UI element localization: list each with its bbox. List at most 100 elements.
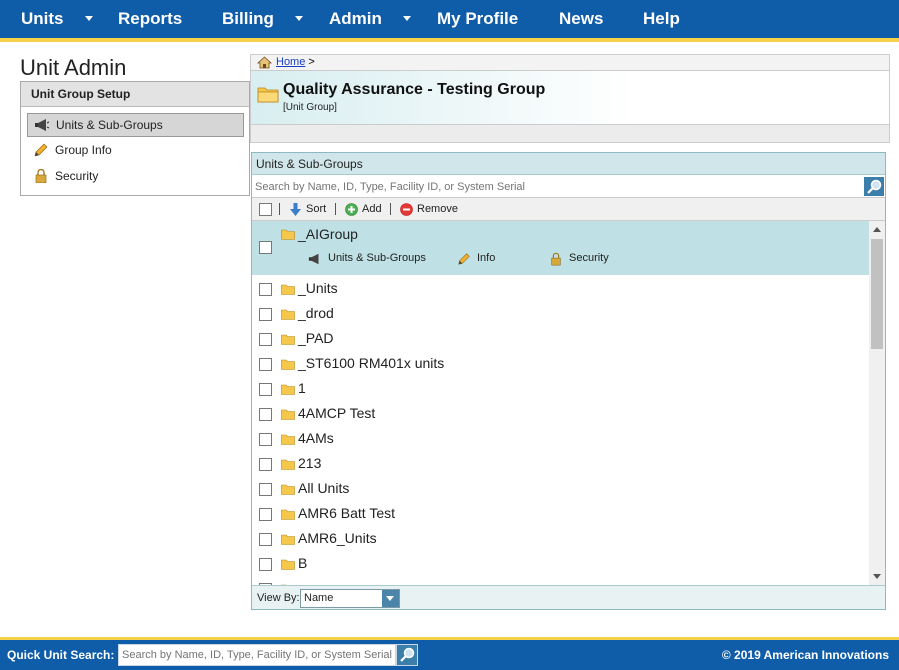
row-checkbox[interactable] (259, 408, 272, 421)
panel-header: Units & Sub-Groups (252, 153, 885, 175)
list-item[interactable]: 4AMCP Test (252, 402, 869, 427)
list-item-name[interactable]: _ST6100 RM401x units (298, 355, 444, 371)
scroll-up-arrow-icon[interactable] (873, 227, 881, 232)
row-checkbox[interactable] (259, 533, 272, 546)
list-item-name[interactable]: B (298, 555, 307, 571)
info-link[interactable]: Info (457, 252, 495, 265)
nav-help[interactable]: Help (643, 0, 680, 38)
sidebar: Unit Group Setup Units & Sub-Groups Grou… (20, 81, 250, 196)
list-item[interactable]: 213 (252, 452, 869, 477)
list-toolbar: Sort Add Remove (252, 198, 885, 221)
list-item[interactable]: _Units (252, 277, 869, 302)
row-checkbox[interactable] (259, 508, 272, 521)
list-item-name[interactable]: _drod (298, 305, 334, 321)
units-dropdown-caret-icon[interactable] (85, 16, 93, 21)
add-icon (345, 203, 358, 216)
row-checkbox[interactable] (259, 241, 272, 254)
row-checkbox[interactable] (259, 483, 272, 496)
group-header: Quality Assurance - Testing Group [Unit … (250, 71, 890, 124)
scrollbar-thumb[interactable] (871, 239, 883, 349)
list-search-input[interactable] (252, 176, 862, 197)
list-item-name[interactable]: All Units (298, 480, 349, 496)
list-item-name[interactable]: _AIGroup (298, 226, 358, 242)
list-item-name[interactable]: AMR6_Units (298, 530, 377, 546)
list-item[interactable]: _PAD (252, 327, 869, 352)
folder-icon (281, 509, 295, 520)
list-item-name[interactable]: _Units (298, 280, 338, 296)
add-label: Add (362, 203, 382, 215)
remove-icon (400, 203, 413, 216)
list-scrollbar[interactable] (869, 221, 885, 585)
scroll-down-arrow-icon[interactable] (873, 574, 881, 579)
sidebar-item-label: Group Info (55, 143, 112, 157)
breadcrumb-separator: > (308, 56, 315, 68)
list-item[interactable]: _ST6100 RM401x units (252, 352, 869, 377)
chevron-down-icon[interactable] (382, 590, 399, 607)
row-checkbox[interactable] (259, 558, 272, 571)
link-label: Security (569, 252, 609, 264)
sidebar-item-units-sub-groups[interactable]: Units & Sub-Groups (27, 113, 244, 137)
selected-list-item[interactable]: _AIGroup Units & Sub-Groups Info Securit… (252, 221, 869, 275)
row-checkbox[interactable] (259, 433, 272, 446)
units-sub-groups-link[interactable]: Units & Sub-Groups (308, 252, 426, 265)
sidebar-header: Unit Group Setup (21, 82, 249, 107)
security-link[interactable]: Security (549, 252, 609, 266)
nav-reports[interactable]: Reports (118, 0, 182, 38)
quick-unit-search-input[interactable] (118, 644, 396, 666)
sort-button[interactable]: Sort (289, 198, 326, 221)
list-item-name[interactable]: _PAD (298, 330, 334, 346)
sort-arrow-icon (290, 203, 301, 216)
nav-my-profile[interactable]: My Profile (437, 0, 518, 38)
view-by-label: View By: (257, 592, 300, 604)
row-checkbox[interactable] (259, 308, 272, 321)
list-item[interactable]: _drod (252, 302, 869, 327)
list-item-name[interactable]: 4AMCP Test (298, 405, 375, 421)
list-item-name[interactable]: AMR6 Batt Test (298, 505, 395, 521)
list-item-name[interactable]: 4AMs (298, 430, 334, 446)
sidebar-item-label: Units & Sub-Groups (56, 118, 163, 132)
list-item[interactable]: All Units (252, 477, 869, 502)
folder-icon (281, 359, 295, 370)
row-checkbox[interactable] (259, 333, 272, 346)
row-checkbox[interactable] (259, 358, 272, 371)
sidebar-item-group-info[interactable]: Group Info (27, 139, 244, 163)
admin-dropdown-caret-icon[interactable] (403, 16, 411, 21)
home-icon[interactable] (257, 56, 272, 69)
sidebar-item-label: Security (55, 169, 99, 183)
list-item[interactable]: 4AMs (252, 427, 869, 452)
lock-icon (551, 252, 561, 266)
list-item-name[interactable]: 213 (298, 455, 321, 471)
nav-billing[interactable]: Billing (222, 0, 274, 38)
list-item[interactable]: AMR6 Batt Test (252, 502, 869, 527)
nav-news[interactable]: News (559, 0, 603, 38)
remove-button[interactable]: Remove (400, 198, 458, 221)
copyright-text: © 2019 American Innovations (721, 648, 889, 662)
view-by-select[interactable]: Name (300, 589, 400, 608)
add-button[interactable]: Add (345, 198, 382, 221)
folder-icon (281, 434, 295, 445)
group-header-footer (250, 124, 890, 143)
select-all-checkbox[interactable] (259, 203, 272, 216)
row-checkbox[interactable] (259, 458, 272, 471)
list-item[interactable]: aaaa (252, 577, 869, 585)
row-checkbox[interactable] (259, 383, 272, 396)
link-label: Units & Sub-Groups (328, 252, 426, 264)
breadcrumb: Home > (250, 54, 890, 71)
list-item[interactable]: 1 (252, 377, 869, 402)
list-item[interactable]: AMR6_Units (252, 527, 869, 552)
quick-search-button[interactable] (396, 644, 418, 666)
lock-icon (35, 169, 47, 183)
billing-dropdown-caret-icon[interactable] (295, 16, 303, 21)
view-by-value: Name (304, 592, 334, 604)
row-checkbox[interactable] (259, 283, 272, 296)
list-search-button[interactable] (864, 177, 884, 196)
nav-admin[interactable]: Admin (329, 0, 382, 38)
search-icon (867, 179, 882, 194)
list-item[interactable]: B (252, 552, 869, 577)
list-search-row (252, 176, 885, 198)
nav-units[interactable]: Units (21, 0, 64, 38)
sidebar-item-security[interactable]: Security (27, 165, 244, 189)
list-item-name[interactable]: 1 (298, 380, 306, 396)
footer-bar: Quick Unit Search: © 2019 American Innov… (0, 640, 899, 670)
breadcrumb-home-link[interactable]: Home (276, 56, 305, 68)
